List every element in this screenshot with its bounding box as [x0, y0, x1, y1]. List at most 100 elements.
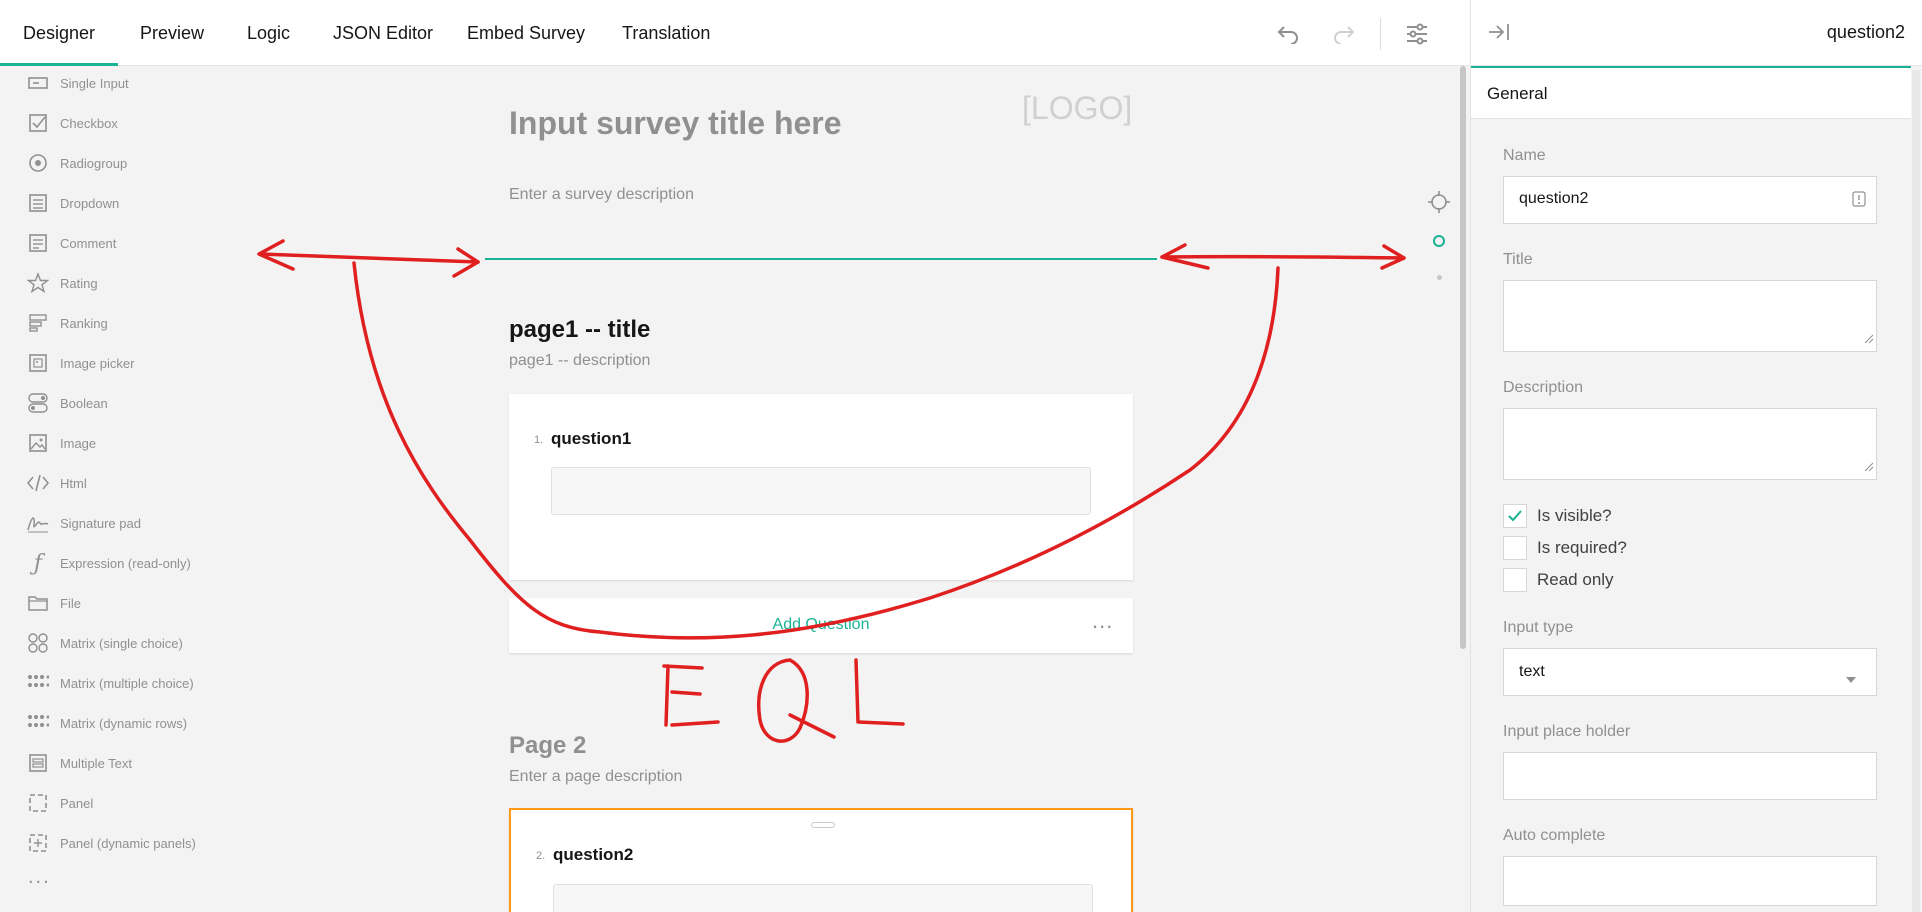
- annotation-arrowhead-left-2: [452, 247, 480, 278]
- toolbox-item-panel-dynamic[interactable]: Panel (dynamic panels): [26, 829, 196, 857]
- name-field-value: question2: [1519, 190, 1589, 207]
- page1-title[interactable]: page1 -- title: [509, 316, 650, 344]
- signature-icon: [26, 511, 50, 535]
- toolbox-item-signature-pad[interactable]: Signature pad: [26, 509, 141, 537]
- collapse-panel-icon[interactable]: [1487, 20, 1511, 49]
- add-question-button[interactable]: Add Question: [509, 616, 1133, 634]
- toolbox-item-comment[interactable]: Comment: [26, 229, 116, 257]
- toolbox-item-label: Matrix (single choice): [60, 635, 183, 651]
- navigation-page-indicator[interactable]: [1433, 235, 1445, 247]
- question-title[interactable]: question2: [553, 845, 633, 865]
- annotation-arrowhead-right-2: [1380, 244, 1406, 270]
- toolbox-item-panel[interactable]: Panel: [26, 789, 93, 817]
- autocomplete-label: Auto complete: [1503, 827, 1606, 844]
- tab-general[interactable]: General: [1471, 66, 1911, 119]
- page1-description[interactable]: page1 -- description: [509, 352, 650, 370]
- question-card-selected[interactable]: 2. question2: [509, 808, 1133, 912]
- question-text-input[interactable]: [551, 467, 1091, 515]
- survey-description[interactable]: Enter a survey description: [509, 186, 694, 204]
- question-text-input[interactable]: [553, 884, 1093, 912]
- checkmark-icon: [1508, 510, 1522, 522]
- undo-icon[interactable]: [1274, 20, 1302, 48]
- navigation-target-icon[interactable]: [1427, 190, 1451, 219]
- annotation-arrow-left-line: [258, 252, 480, 264]
- tab-json-editor[interactable]: JSON Editor: [333, 0, 433, 66]
- toolbox-item-html[interactable]: Html: [26, 469, 87, 497]
- toolbox-item-multiple-text[interactable]: Multiple Text: [26, 749, 132, 777]
- toolbox-item-file[interactable]: File: [26, 589, 81, 617]
- toolbox-item-matrix-multiple[interactable]: Matrix (multiple choice): [26, 669, 194, 697]
- toolbox-item-label: Rating: [60, 275, 98, 291]
- property-grid: question2 General Name question2 Title D…: [1470, 0, 1922, 912]
- annotation-arrowhead-right-1: [1160, 243, 1210, 270]
- field-info-icon[interactable]: [1852, 191, 1866, 212]
- page2-title[interactable]: Page 2: [509, 732, 586, 760]
- survey-logo-placeholder[interactable]: [LOGO]: [1022, 90, 1132, 127]
- property-grid-scrollbar[interactable]: [1912, 70, 1920, 912]
- redo-icon[interactable]: [1330, 20, 1358, 48]
- settings-sliders-icon[interactable]: [1403, 20, 1431, 48]
- comment-icon: [26, 231, 50, 255]
- toolbox-item-image[interactable]: Image: [26, 429, 96, 457]
- tab-preview[interactable]: Preview: [140, 0, 204, 66]
- autocomplete-field[interactable]: [1503, 856, 1877, 906]
- toolbox-item-expression[interactable]: ƒ Expression (read-only): [26, 549, 191, 577]
- survey-title[interactable]: Input survey title here: [509, 105, 842, 142]
- toolbox-item-label: Signature pad: [60, 515, 141, 531]
- header-divider: [485, 258, 1157, 260]
- is-visible-checkbox[interactable]: [1503, 504, 1527, 528]
- toolbox-item-matrix-dynamic[interactable]: Matrix (dynamic rows): [26, 709, 187, 737]
- page2-description[interactable]: Enter a page description: [509, 768, 682, 786]
- html-code-icon: [26, 471, 50, 495]
- toolbox: Single Input Checkbox Radiogroup Dropdow…: [0, 66, 230, 912]
- title-textarea[interactable]: [1503, 280, 1877, 352]
- toolbox-item-rating[interactable]: Rating: [26, 269, 98, 297]
- placeholder-field[interactable]: [1503, 752, 1877, 800]
- drag-handle-icon[interactable]: [811, 822, 835, 828]
- tab-general-label: General: [1487, 84, 1548, 103]
- question-card[interactable]: 1. question1: [509, 394, 1133, 580]
- description-textarea[interactable]: [1503, 408, 1877, 480]
- toolbox-item-checkbox[interactable]: Checkbox: [26, 109, 118, 137]
- toolbox-item-label: Panel (dynamic panels): [60, 835, 196, 851]
- toolbox-item-label: Expression (read-only): [60, 555, 191, 571]
- name-field[interactable]: question2: [1503, 176, 1877, 224]
- read-only-checkbox[interactable]: [1503, 568, 1527, 592]
- toolbox-item-dropdown[interactable]: Dropdown: [26, 189, 119, 217]
- toolbox-item-label: Matrix (multiple choice): [60, 675, 194, 691]
- is-required-checkbox[interactable]: [1503, 536, 1527, 560]
- toolbox-item-ranking[interactable]: Ranking: [26, 309, 108, 337]
- chevron-down-icon: [1846, 670, 1856, 688]
- resize-grip-icon[interactable]: [1864, 331, 1874, 349]
- navigation-page-dot[interactable]: [1437, 275, 1442, 280]
- multiple-text-icon: [26, 751, 50, 775]
- annotation-arrow-right-line: [1160, 254, 1406, 260]
- description-label: Description: [1503, 379, 1584, 396]
- toolbox-item-label: Image: [60, 435, 97, 451]
- tab-translation[interactable]: Translation: [622, 0, 710, 66]
- toolbox-item-radiogroup[interactable]: Radiogroup: [26, 149, 127, 177]
- tab-logic[interactable]: Logic: [247, 0, 290, 66]
- page-more-button[interactable]: ...: [1092, 608, 1113, 634]
- checkbox-icon: [26, 111, 50, 135]
- toolbox-item-matrix-single[interactable]: Matrix (single choice): [26, 629, 183, 657]
- boolean-icon: [26, 391, 50, 415]
- tab-designer[interactable]: Designer: [0, 0, 119, 66]
- question-number: 2.: [536, 850, 546, 862]
- question-title[interactable]: question1: [551, 429, 631, 449]
- ranking-icon: [26, 311, 50, 335]
- input-type-select[interactable]: text: [1503, 648, 1877, 696]
- folder-icon: [26, 591, 50, 615]
- toolbox-item-image-picker[interactable]: Image picker: [26, 349, 134, 377]
- is-visible-label: Is visible?: [1537, 506, 1612, 525]
- toolbox-more-button[interactable]: ...: [28, 866, 51, 889]
- toolbox-item-label: Ranking: [60, 315, 108, 331]
- resize-grip-icon[interactable]: [1864, 459, 1874, 477]
- add-question-bar: Add Question ...: [509, 598, 1133, 653]
- read-only-label: Read only: [1537, 570, 1614, 589]
- input-type-value: text: [1519, 663, 1545, 680]
- surface-scrollbar[interactable]: [1460, 66, 1466, 649]
- tab-embed-survey[interactable]: Embed Survey: [467, 0, 585, 66]
- toolbox-item-boolean[interactable]: Boolean: [26, 389, 108, 417]
- toolbox-item-single-input[interactable]: Single Input: [26, 69, 129, 97]
